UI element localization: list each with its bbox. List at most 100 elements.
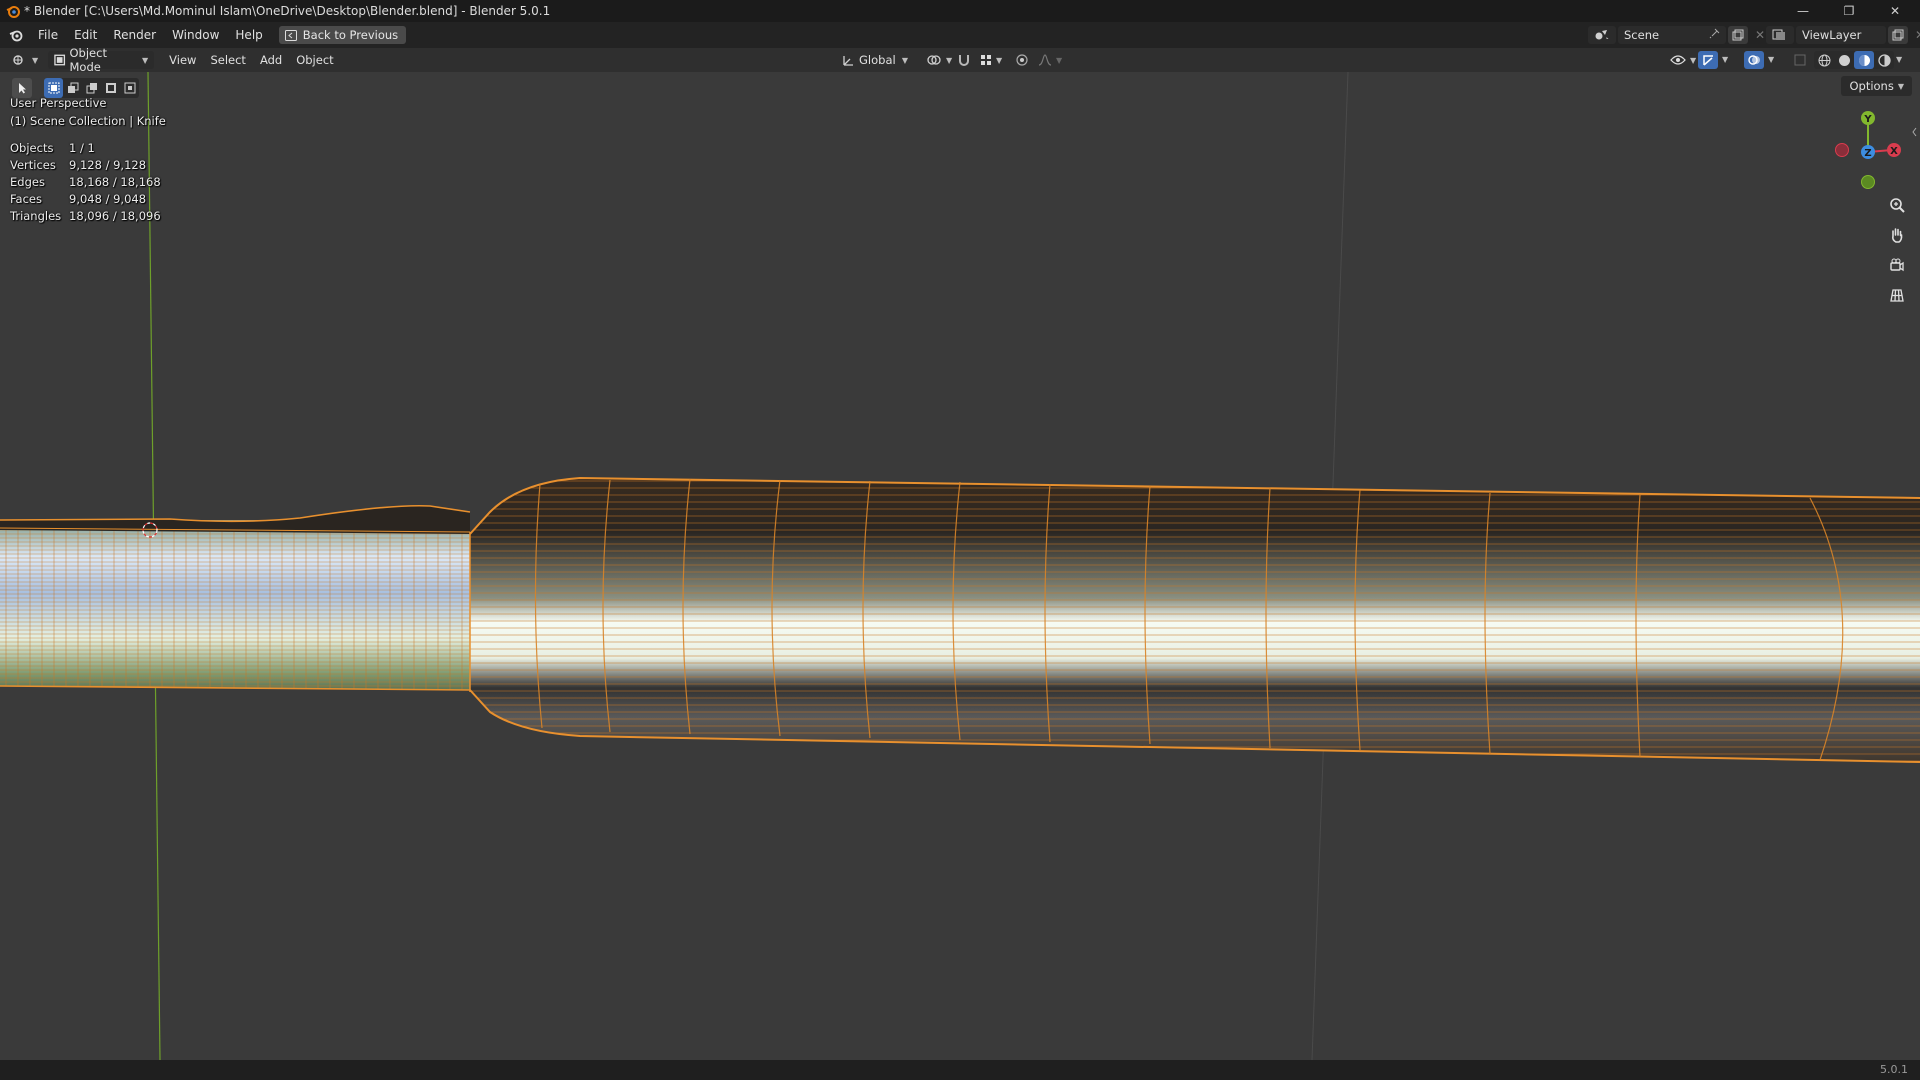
snap-target-dropdown[interactable]: ▼ (974, 51, 1008, 69)
menu-add[interactable]: Add (253, 53, 289, 67)
object-mode-label: Object Mode (69, 46, 107, 74)
stat-row-faces: Faces 9,048 / 9,048 (10, 191, 166, 208)
perspective-label: User Perspective (10, 96, 107, 110)
object-mode-icon (54, 54, 66, 66)
chevron-down-icon: ▼ (1690, 55, 1697, 65)
gizmo-options-chevron-icon[interactable]: ▼ (1722, 55, 1728, 64)
menu-file[interactable]: File (30, 25, 66, 45)
stat-row-objects: Objects 1 / 1 (10, 140, 166, 157)
menu-help[interactable]: Help (227, 25, 270, 45)
chevron-down-icon: ▼ (32, 55, 39, 65)
pivot-point-dropdown[interactable]: ▼ (920, 51, 958, 69)
overlays-options-chevron-icon[interactable]: ▼ (1768, 55, 1774, 64)
gizmo-y-label: Y (1863, 114, 1872, 125)
solid-shading-icon[interactable] (1834, 51, 1854, 69)
3d-viewport-icon (13, 55, 23, 65)
stat-row-edges: Edges 18,168 / 18,168 (10, 174, 166, 191)
close-button[interactable]: ✕ (1872, 0, 1918, 22)
transform-orientation-dropdown[interactable]: Global ▼ (836, 51, 914, 69)
view-layer-icon[interactable] (1766, 26, 1794, 44)
version-label: 5.0.1 (1880, 1063, 1908, 1076)
orientation-axes-icon (843, 55, 853, 66)
visibility-dropdown[interactable]: ▼ (1664, 51, 1702, 69)
window-title: * Blender [C:\Users\Md.Mominul Islam\One… (24, 4, 551, 18)
view-layer-selector[interactable]: ViewLayer ✕ (1766, 26, 1920, 44)
blender-logo-icon (2, 0, 24, 22)
orientation-label: Global (859, 53, 896, 67)
menu-select[interactable]: Select (203, 53, 252, 67)
stat-row-vertices: Vertices 9,128 / 9,128 (10, 157, 166, 174)
title-bar: * Blender [C:\Users\Md.Mominul Islam\One… (0, 0, 1920, 22)
sidebar-toggle-chevron-icon[interactable] (1912, 127, 1917, 137)
material-preview-shading-icon[interactable] (1854, 51, 1874, 69)
stat-value: 18,096 / 18,096 (69, 209, 161, 223)
knife-blade (0, 520, 470, 690)
chevron-down-icon: ▼ (901, 55, 908, 65)
grid-icon[interactable] (1884, 282, 1910, 308)
3d-viewport[interactable]: Options ▼ User Perspective (1) Scene Col… (0, 72, 1920, 1060)
scene-name: Scene (1624, 28, 1660, 42)
scene-type-icon[interactable] (1588, 26, 1616, 44)
stat-label: Faces (10, 192, 42, 206)
remove-view-layer-icon[interactable]: ✕ (1910, 26, 1920, 44)
gizmo-z-label: Z (1864, 148, 1871, 159)
stat-value: 18,168 / 18,168 (69, 175, 161, 189)
stat-value: 1 / 1 (69, 141, 95, 155)
knife-handle (470, 478, 1920, 762)
scene-selector[interactable]: Scene ✕ (1588, 26, 1770, 44)
stat-label: Objects (10, 141, 54, 155)
status-bar: 5.0.1 (0, 1060, 1920, 1080)
stat-row-triangles: Triangles 18,096 / 18,096 (10, 208, 166, 225)
wireframe-shading-icon[interactable] (1814, 51, 1834, 69)
navigation-gizmo[interactable]: Y X Z (1810, 72, 1920, 192)
collection-label: (1) Scene Collection | Knife (10, 114, 166, 128)
stat-label: Edges (10, 175, 45, 189)
back-to-previous-button[interactable]: Back to Previous (278, 26, 407, 44)
chevron-down-icon: ▼ (1056, 55, 1063, 65)
xray-toggle-icon[interactable] (1790, 51, 1810, 69)
editor-type-dropdown[interactable]: ▼ (6, 51, 44, 69)
rendered-shading-icon[interactable] (1874, 51, 1894, 69)
stat-label: Vertices (10, 158, 56, 172)
back-to-previous-label: Back to Previous (302, 28, 399, 42)
hand-icon[interactable] (1884, 222, 1910, 248)
chevron-down-icon: ▼ (946, 55, 953, 65)
proportional-editing-icon[interactable] (1012, 51, 1032, 69)
view-layer-name: ViewLayer (1802, 28, 1862, 42)
falloff-curve-icon (1038, 54, 1052, 66)
viewport-info-overlay: User Perspective (1) Scene Collection | … (10, 94, 166, 225)
maximize-button[interactable]: ❐ (1826, 0, 1872, 22)
gizmo-toggle-icon[interactable] (1698, 51, 1718, 69)
scene-statistics: Objects 1 / 1 Vertices 9,128 / 9,128 Edges… (10, 140, 166, 225)
gizmo-x-label: X (1890, 146, 1898, 157)
gizmo-neg-x-axis[interactable] (1835, 143, 1849, 157)
snap-toggle-icon[interactable] (954, 51, 974, 69)
blender-menu-icon[interactable] (2, 25, 30, 45)
minimize-button[interactable]: — (1780, 0, 1826, 22)
camera-icon[interactable] (1884, 252, 1910, 278)
menu-window[interactable]: Window (164, 25, 227, 45)
view-layer-field[interactable]: ViewLayer (1796, 26, 1886, 44)
eye-icon (1670, 55, 1686, 65)
overlays-toggle-icon[interactable] (1744, 51, 1764, 69)
pin-icon[interactable] (1709, 28, 1720, 42)
menu-edit[interactable]: Edit (66, 25, 105, 45)
gizmo-neg-y-axis[interactable] (1861, 175, 1875, 189)
chevron-down-icon: ▼ (142, 55, 149, 65)
object-mode-dropdown[interactable]: Object Mode ▼ (48, 46, 155, 74)
shading-mode-group (1814, 51, 1894, 69)
stat-value: 9,048 / 9,048 (69, 192, 147, 206)
new-scene-icon[interactable] (1728, 26, 1748, 44)
menu-object[interactable]: Object (289, 53, 340, 67)
stat-value: 9,128 / 9,128 (69, 158, 147, 172)
shading-options-chevron-icon[interactable]: ▼ (1896, 55, 1902, 64)
menu-view[interactable]: View (162, 53, 203, 67)
new-view-layer-icon[interactable] (1888, 26, 1908, 44)
pivot-icon (927, 55, 941, 65)
falloff-dropdown[interactable]: ▼ (1032, 51, 1068, 69)
back-screen-icon (284, 29, 297, 41)
menu-render[interactable]: Render (105, 25, 164, 45)
scene-name-field[interactable]: Scene (1618, 26, 1726, 44)
viewport-scene (0, 72, 1920, 1060)
zoom-icon[interactable] (1884, 192, 1910, 218)
